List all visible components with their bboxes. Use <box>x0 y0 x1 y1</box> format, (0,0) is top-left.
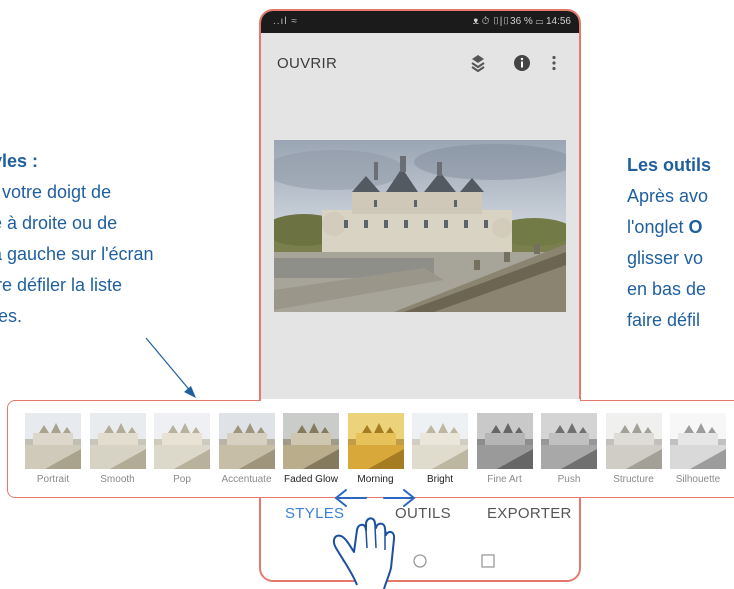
more-vert-icon[interactable] <box>551 55 557 76</box>
status-info: ᴥ ⏱ ▯|▯36 % ▭ 14:56 <box>472 16 571 27</box>
filter-thumbnail[interactable] <box>541 413 597 469</box>
tab-styles[interactable]: STYLES <box>285 505 344 522</box>
annotation-bold-text: O <box>688 217 703 237</box>
annotation-line: en bas de <box>627 279 707 299</box>
system-navigation <box>261 551 579 571</box>
annotation-line: l'onglet O <box>627 212 711 243</box>
annotation-line: t votre doigt de <box>0 182 112 202</box>
open-button[interactable]: OUVRIR <box>277 55 337 72</box>
filter-thumbnail[interactable] <box>670 413 726 469</box>
chateau-photo <box>274 140 566 312</box>
status-bar: ..ıl ≈ ᴥ ⏱ ▯|▯36 % ▭ 14:56 <box>261 11 579 33</box>
annotation-text: l'onglet <box>627 217 689 237</box>
annotation-line: ire défiler la liste <box>0 275 123 295</box>
filter-thumbnail[interactable] <box>218 413 275 469</box>
tab-outils[interactable]: OUTILS <box>395 505 451 522</box>
annotation-line: glisser vo <box>627 248 704 268</box>
layers-icon[interactable] <box>470 53 486 80</box>
tab-exporter[interactable]: EXPORTER <box>487 505 572 522</box>
bottom-tabs: STYLES OUTILS EXPORTER <box>261 505 579 535</box>
info-icon[interactable] <box>513 54 531 77</box>
annotation-line: à gauche sur l'écran <box>0 244 154 264</box>
filter-thumbnail[interactable] <box>412 413 468 469</box>
annotation-outils-title: Les outils <box>627 155 712 175</box>
annotation-line: e à droite ou de <box>0 213 118 233</box>
strip-visible-window <box>261 399 580 403</box>
styles-filter-strip[interactable]: Portrait Smooth Pop Accentuate Faded Glow Mor… <box>7 399 734 498</box>
filter-thumbnail[interactable] <box>25 413 81 469</box>
signal-status: ..ıl ≈ <box>273 16 298 27</box>
filter-thumbnail[interactable] <box>347 413 404 469</box>
filter-thumbnail[interactable] <box>89 413 146 469</box>
annotation-line: Après avo <box>627 186 709 206</box>
editor-canvas: OUVRIR <box>261 33 579 403</box>
annotation-styles: yles : t votre doigt de e à droite ou de… <box>0 146 154 332</box>
filter-thumbnail[interactable] <box>476 413 533 469</box>
back-nav-icon[interactable] <box>341 553 354 569</box>
filter-thumbnail[interactable] <box>605 413 662 469</box>
annotation-outils: Les outils Après avo l'onglet O glisser … <box>627 150 711 336</box>
recents-nav-icon[interactable] <box>481 554 495 568</box>
home-nav-icon[interactable] <box>413 554 427 568</box>
annotation-line: faire défil <box>627 310 701 330</box>
annotation-line: res. <box>0 306 23 326</box>
filter-thumbnail[interactable] <box>283 413 339 469</box>
filter-label: Silhouette <box>675 474 721 485</box>
annotation-styles-title: yles : <box>0 151 39 171</box>
filter-thumbnail[interactable] <box>154 413 210 469</box>
